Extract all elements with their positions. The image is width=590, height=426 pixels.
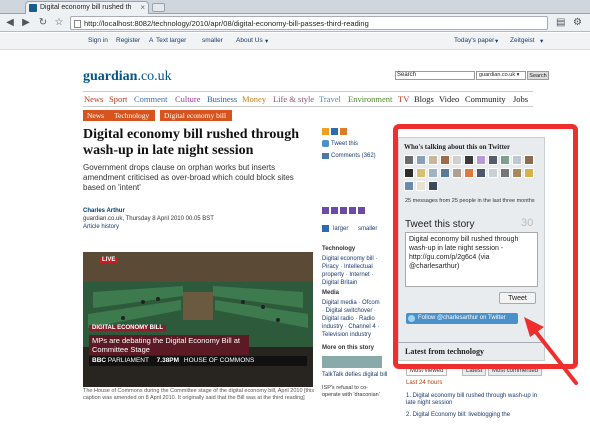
technology-keywords[interactable]: Digital economy bill · Piracy · Intellec… <box>322 255 382 287</box>
nav-item-life-style[interactable]: Life & style <box>273 94 314 104</box>
section-nav: News Sport Comment Culture Business Money Life… <box>83 91 533 107</box>
media-keywords[interactable]: Digital media · Ofcom · Digital switchov… <box>322 299 382 339</box>
breadcrumb-technology[interactable]: Technology <box>110 110 156 121</box>
reload-icon[interactable]: ↻ <box>37 17 49 29</box>
channel-bar: BBC PARLIAMENT 7.38PM HOUSE OF COMMONS <box>89 356 307 366</box>
commons-chamber-image <box>83 252 313 387</box>
text-larger-link[interactable]: Text larger <box>156 37 186 44</box>
search-scope-select[interactable]: guardian.co.uk ▾ <box>476 71 526 80</box>
chevron-down-icon: ▾ <box>265 38 269 45</box>
back-icon[interactable]: ◀ <box>4 17 16 29</box>
url-text: http://localhost:8082/technology/2010/ap… <box>84 19 369 28</box>
nav-item-comment[interactable]: Comment <box>134 94 168 104</box>
close-tab-icon[interactable]: × <box>140 3 145 12</box>
tab-title: Digital economy bill rushed th <box>40 4 132 11</box>
nav-item-jobs[interactable]: Jobs <box>513 94 528 104</box>
nav-item-news[interactable]: News <box>84 94 103 104</box>
nav-item-travel[interactable]: Travel <box>319 94 341 104</box>
sign-in-link[interactable]: Sign in <box>88 37 108 44</box>
nav-item-tv[interactable]: TV <box>398 94 409 104</box>
story-link[interactable]: TalkTalk defies digital bill <box>322 372 387 378</box>
nav-item-culture[interactable]: Culture <box>175 94 201 104</box>
house-label: HOUSE OF COMMONS <box>183 357 255 364</box>
zeitgeist-link[interactable]: Zeitgeist <box>510 37 535 44</box>
about-us-link[interactable]: About Us <box>236 37 263 44</box>
contact-icon[interactable] <box>358 207 365 214</box>
share-icon[interactable] <box>322 128 329 135</box>
guardian-logo[interactable]: guardian.co.uk <box>83 69 172 85</box>
nav-item-business[interactable]: Business <box>207 94 237 104</box>
twitter-bird-icon <box>322 140 329 147</box>
author-link[interactable]: Charles Arthur <box>83 208 125 214</box>
bbc-logo: BBC <box>92 357 107 364</box>
text-size-icon <box>322 225 329 232</box>
tweet-this-link[interactable]: Tweet this <box>331 141 358 147</box>
forward-icon[interactable]: ▶ <box>20 17 32 29</box>
live-badge: LIVE <box>99 257 119 263</box>
new-tab-button[interactable] <box>152 3 165 12</box>
article-photo: LIVE DIGITAL ECONOMY BILL MPs are debati… <box>83 252 313 387</box>
chevron-down-icon: ▾ <box>540 38 544 45</box>
media-heading: Media <box>322 290 340 296</box>
nav-item-sport[interactable]: Sport <box>109 94 127 104</box>
digg-icon[interactable] <box>340 128 347 135</box>
chevron-down-icon: ▾ <box>495 38 499 45</box>
technology-heading: Technology <box>322 246 356 252</box>
favicon-icon <box>29 4 37 12</box>
nav-item-community[interactable]: Community <box>465 94 506 104</box>
register-link[interactable]: Register <box>116 37 140 44</box>
comments-link[interactable]: Comments (362) <box>331 153 376 159</box>
address-bar[interactable]: http://localhost:8082/technology/2010/ap… <box>70 16 548 30</box>
wrench-icon[interactable]: ⚙ <box>573 17 582 28</box>
page-icon <box>74 20 81 28</box>
text-smaller-link[interactable]: smaller <box>202 37 223 44</box>
lower-third-text: MPs are debating the Digital Economy Bil… <box>89 335 249 355</box>
nav-item-blogs[interactable]: Blogs <box>414 94 434 104</box>
breadcrumb-digital-economy-bill[interactable]: Digital economy bill <box>160 110 233 121</box>
share-icon[interactable] <box>340 207 347 214</box>
story-thumbnail[interactable] <box>322 356 382 368</box>
browser-toolbar: ◀ ▶ ↻ ☆ http://localhost:8082/technology… <box>0 14 590 32</box>
lower-third-tag: DIGITAL ECONOMY BILL <box>89 325 167 331</box>
utility-bar: Sign in Register A Text larger smaller A… <box>0 33 590 50</box>
article-standfirst: Government drops clause on orphan works … <box>83 163 294 192</box>
larger-link[interactable]: larger <box>333 226 348 232</box>
channel-name: PARLIAMENT <box>107 357 149 364</box>
list-item[interactable]: 1. Digital economy bill rushed through w… <box>406 393 546 407</box>
delicious-icon[interactable] <box>331 128 338 135</box>
clock: 7.38PM <box>156 357 180 364</box>
smaller-link[interactable]: smaller <box>358 226 377 232</box>
comments-icon <box>322 153 329 159</box>
nav-item-money[interactable]: Money <box>242 94 266 104</box>
story-snippet: ISP's refusal to co-operate with 'dracon… <box>322 385 380 398</box>
print-icon[interactable] <box>331 207 338 214</box>
article-history-link[interactable]: Article history <box>83 224 119 230</box>
text-size-icon: A <box>149 37 154 44</box>
clip-icon[interactable] <box>349 207 356 214</box>
breadcrumb-news[interactable]: News <box>83 110 111 121</box>
email-icon[interactable] <box>322 207 329 214</box>
last-24-hours-label: Last 24 hours <box>406 380 443 386</box>
photo-caption: The House of Commons during the Committe… <box>83 388 315 401</box>
article-headline: Digital economy bill rushed through wash… <box>83 127 299 158</box>
page-menu-icon[interactable]: ▤ <box>556 17 565 28</box>
todays-paper-link[interactable]: Today's paper <box>454 37 494 44</box>
arrow-icon <box>524 317 578 385</box>
nav-item-environment[interactable]: Environment <box>348 94 392 104</box>
share-tools <box>322 207 372 215</box>
search-input[interactable]: Search <box>395 71 475 80</box>
byline: guardian.co.uk, Thursday 8 April 2010 00… <box>83 216 214 222</box>
search-button[interactable]: Search <box>527 71 549 80</box>
browser-tab-bar: Digital economy bill rushed th × <box>0 0 590 14</box>
list-item[interactable]: 2. Digital Economy bill: liveblogging th… <box>406 412 546 419</box>
browser-tab[interactable]: Digital economy bill rushed th × <box>25 1 149 14</box>
bookmark-star-icon[interactable]: ☆ <box>53 17 65 29</box>
more-on-story-heading: More on this story <box>322 345 375 351</box>
nav-item-video[interactable]: Video <box>439 94 459 104</box>
